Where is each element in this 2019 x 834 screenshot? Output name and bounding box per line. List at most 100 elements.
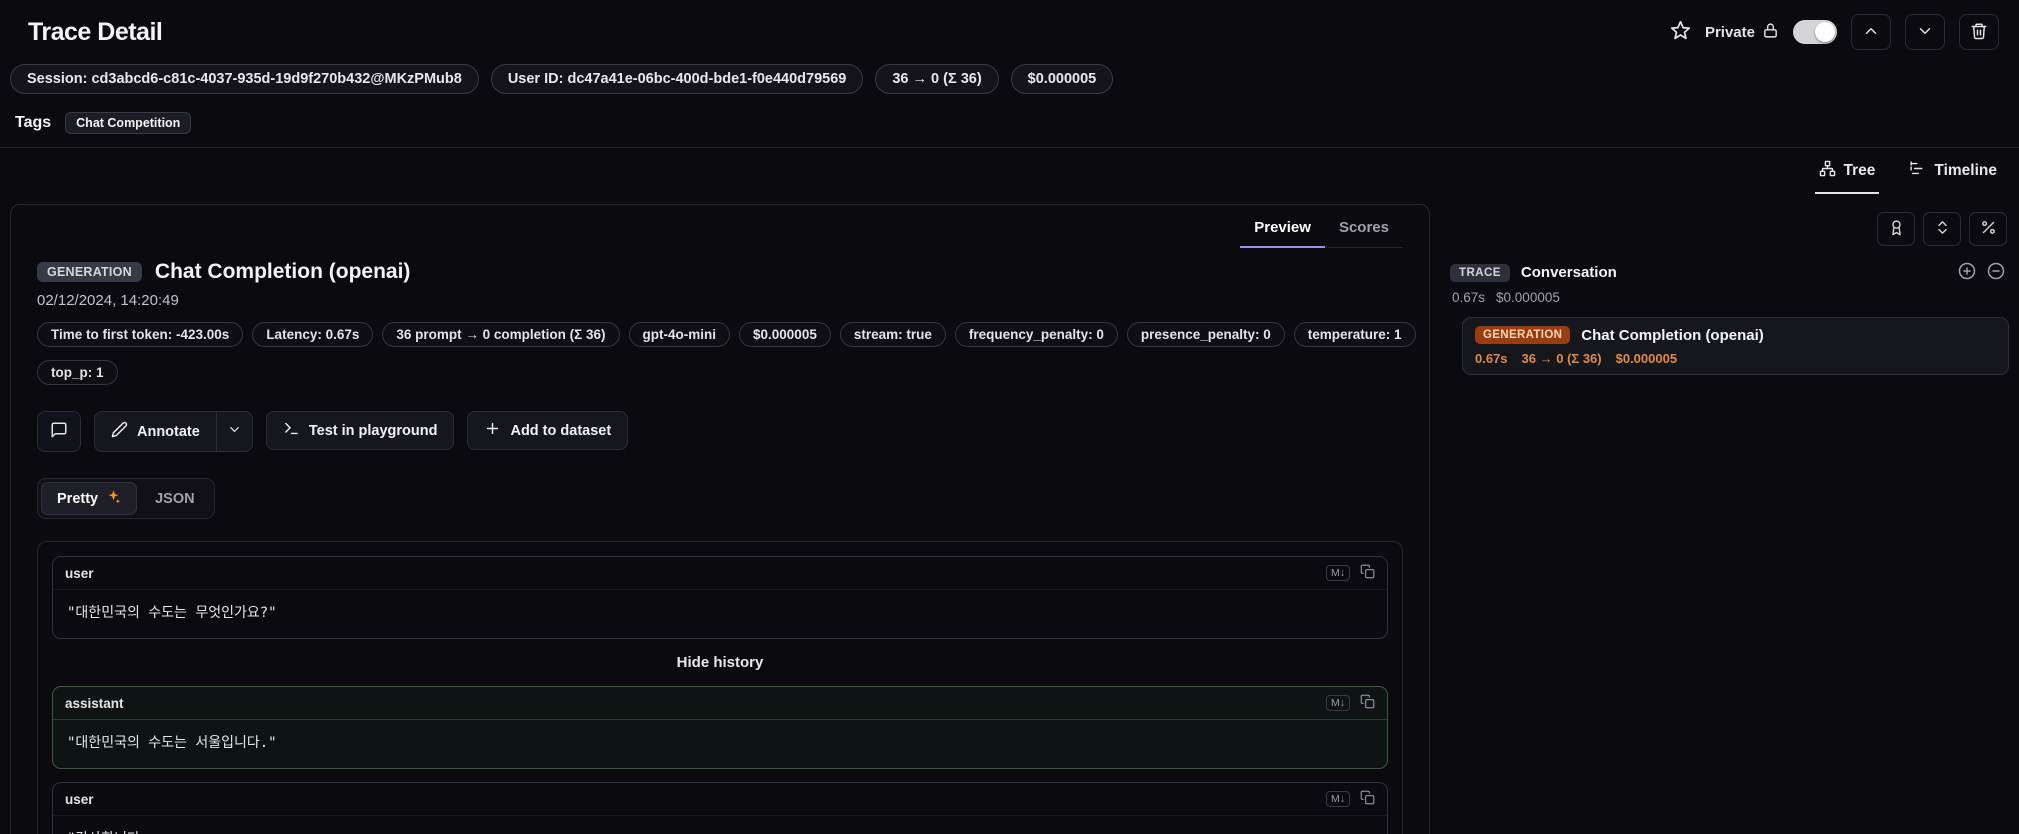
tree-icon (1819, 160, 1836, 182)
markdown-icon: M↓ (1331, 697, 1345, 709)
message-content: "대한민국의 수도는 서울입니다." (67, 735, 277, 751)
annotate-dropdown-button[interactable] (215, 412, 252, 451)
trash-icon (1970, 22, 1988, 43)
tree-toolbar (1446, 212, 2009, 258)
generation-node-metrics: 0.67s 36 → 0 (Σ 36) $0.000005 (1475, 351, 1996, 366)
add-to-dataset-label: Add to dataset (510, 422, 612, 439)
comment-button[interactable] (37, 411, 81, 452)
generation-node[interactable]: GENERATION Chat Completion (openai) 0.67… (1462, 317, 2009, 375)
trace-node[interactable]: TRACE Conversation (1446, 258, 2009, 287)
private-toggle[interactable] (1793, 20, 1837, 44)
observation-type-badge: GENERATION (37, 262, 142, 282)
markdown-toggle-button[interactable]: M↓ (1326, 565, 1350, 581)
page-title: Trace Detail (28, 17, 163, 46)
tab-pretty[interactable]: Pretty (41, 482, 138, 515)
playground-label: Test in playground (308, 422, 438, 439)
trace-metrics: 0.67s $0.000005 (1446, 287, 2009, 315)
metric-pill: temperature: 1 (1293, 322, 1416, 347)
token-usage-badge: 36 → 0 (Σ 36) (875, 64, 999, 94)
tab-timeline[interactable]: Timeline (1905, 152, 2001, 194)
markdown-toggle-button[interactable]: M↓ (1326, 695, 1350, 711)
generation-tokens: 36 → 0 (Σ 36) (1521, 351, 1602, 366)
toggle-knob (1815, 22, 1835, 42)
message-tools: M↓ (1326, 564, 1375, 582)
copy-button[interactable] (1360, 790, 1375, 808)
chevron-down-icon (1916, 22, 1934, 43)
privacy-label: Private (1705, 22, 1779, 43)
copy-icon (1360, 790, 1375, 808)
markdown-toggle-button[interactable]: M↓ (1326, 791, 1350, 807)
metric-pill: top_p: 1 (37, 360, 118, 385)
tag-chip[interactable]: Chat Competition (65, 112, 192, 134)
tab-tree[interactable]: Tree (1814, 152, 1880, 194)
star-icon (1670, 20, 1691, 44)
tags-row: Tags Chat Competition (0, 102, 2019, 147)
message-assistant: assistant M↓ "대한민국의 수도는 서울입니다." (52, 686, 1388, 769)
message-role: assistant (65, 695, 124, 711)
observation-timestamp: 02/12/2024, 14:20:49 (37, 292, 179, 309)
playground-button[interactable]: Test in playground (265, 411, 455, 450)
observation-title: Chat Completion (openai) (154, 260, 411, 283)
trace-cost: $0.000005 (1496, 290, 1560, 305)
trace-type-badge: TRACE (1450, 263, 1510, 282)
metric-pill: Latency: 0.67s (252, 322, 374, 347)
user-id-badge[interactable]: User ID: dc47a41e-06bc-400d-bde1-f0e440d… (490, 64, 864, 94)
metric-pill: gpt-4o-mini (628, 322, 731, 347)
tab-preview[interactable]: Preview (1240, 211, 1325, 248)
expand-collapse-button[interactable] (1923, 212, 1961, 246)
tab-scores[interactable]: Scores (1325, 211, 1403, 248)
markdown-icon: M↓ (1331, 567, 1345, 579)
message-tools: M↓ (1326, 790, 1375, 808)
circle-minus-icon (1987, 262, 2005, 283)
add-to-dataset-button[interactable]: Add to dataset (467, 411, 629, 450)
format-tabs: Pretty JSON (37, 478, 215, 519)
circle-plus-icon (1958, 262, 1976, 283)
view-tabs: Tree Timeline (0, 148, 2019, 194)
copy-button[interactable] (1360, 694, 1375, 712)
copy-icon (1360, 694, 1375, 712)
annotate-split-button: Annotate (94, 411, 253, 452)
metrics-toggle-button[interactable] (1969, 212, 2007, 246)
trace-title: Conversation (1520, 264, 1617, 281)
message-user-1: user M↓ "대한민국의 수도는 무엇인가요?" (52, 556, 1388, 639)
generation-node-header: GENERATION Chat Completion (openai) (1475, 326, 1996, 344)
generation-type-badge: GENERATION (1475, 326, 1571, 344)
delete-button[interactable] (1959, 14, 1999, 50)
trace-tree-panel: TRACE Conversation 0.67s $0.000005 GENER… (1446, 204, 2009, 375)
metrics-pills-row: Time to first token: -423.00s Latency: 0… (37, 322, 1416, 347)
pen-icon (111, 421, 128, 442)
metric-pill: Time to first token: -423.00s (37, 322, 244, 347)
annotate-label: Annotate (137, 423, 200, 440)
scores-toggle-button[interactable] (1877, 212, 1915, 246)
message-square-icon (50, 421, 68, 442)
message-tools: M↓ (1326, 694, 1375, 712)
top-actions: Private (1670, 14, 1999, 50)
message-header: user M↓ (53, 557, 1387, 590)
sparkles-icon (106, 489, 121, 508)
previous-observation-button[interactable] (1851, 14, 1891, 50)
session-badge[interactable]: Session: cd3abcd6-c81c-4037-935d-19d9f27… (10, 64, 479, 94)
award-icon (1888, 219, 1905, 239)
next-observation-button[interactable] (1905, 14, 1945, 50)
tab-json[interactable]: JSON (139, 482, 211, 515)
trace-latency: 0.67s (1452, 290, 1486, 305)
metric-pill: presence_penalty: 0 (1126, 322, 1285, 347)
annotate-button[interactable]: Annotate (95, 412, 216, 451)
cost-badge: $0.000005 (1010, 64, 1114, 94)
message-content: "감사합니다 " (53, 816, 1387, 834)
message-content: "대한민국의 수도는 무엇인가요?" (67, 605, 277, 621)
chevron-up-icon (1862, 22, 1880, 43)
privacy-text: Private (1704, 23, 1755, 41)
expand-all-button[interactable] (1958, 262, 1976, 283)
observation-card: Preview Scores GENERATION Chat Completio… (10, 204, 1430, 834)
message-header: assistant M↓ (53, 687, 1387, 720)
metric-pill: 36 prompt → 0 completion (Σ 36) (382, 322, 620, 347)
message-role: user (65, 791, 94, 807)
hide-history-button[interactable]: Hide history (52, 652, 1388, 673)
favorite-button[interactable] (1670, 20, 1691, 44)
copy-button[interactable] (1360, 564, 1375, 582)
content-area: Preview Scores GENERATION Chat Completio… (0, 194, 2019, 834)
collapse-all-button[interactable] (1987, 262, 2005, 283)
message-user-2: user M↓ "감사합니다 " (52, 782, 1388, 834)
tab-tree-label: Tree (1843, 162, 1876, 179)
